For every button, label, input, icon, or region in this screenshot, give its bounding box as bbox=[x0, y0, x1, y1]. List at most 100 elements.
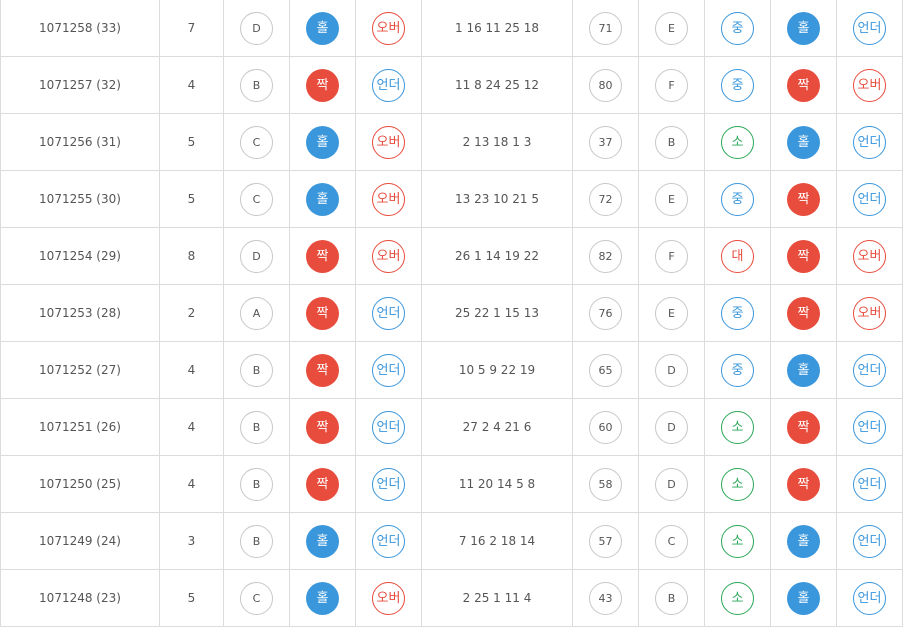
sum-cell: 58 bbox=[572, 455, 639, 513]
sum-grade-cell: F bbox=[638, 227, 705, 285]
sum-cell: 65 bbox=[572, 341, 639, 399]
overunder-cell: 오버 bbox=[355, 170, 422, 228]
table-row: 1071252 (27) 4 B 짝 언더 10 5 9 22 19 65 D … bbox=[0, 341, 903, 399]
oddeven-badge: 홀 bbox=[306, 581, 339, 615]
powerball-number: 5 bbox=[187, 591, 196, 605]
size-cell: 소 bbox=[704, 455, 771, 513]
sum-grade-badge: B bbox=[655, 125, 688, 159]
oddeven-cell: 짝 bbox=[289, 455, 356, 513]
drawn-numbers: 11 20 14 5 8 bbox=[458, 477, 536, 491]
number-cell: 5 bbox=[159, 113, 224, 171]
round-cell: 1071258 (33) bbox=[0, 0, 160, 57]
round-cell: 1071254 (29) bbox=[0, 227, 160, 285]
sum-oddeven-badge: 짝 bbox=[787, 182, 820, 216]
results-table: 1071258 (33) 7 D 홀 오버 1 16 11 25 18 71 E… bbox=[0, 0, 903, 627]
grade-cell: D bbox=[223, 227, 290, 285]
drawn-numbers: 7 16 2 18 14 bbox=[458, 534, 536, 548]
overunder-cell: 언더 bbox=[355, 341, 422, 399]
oddeven-badge: 짝 bbox=[306, 239, 339, 273]
numbers-cell: 27 2 4 21 6 bbox=[421, 398, 573, 456]
number-cell: 4 bbox=[159, 341, 224, 399]
sum-oddeven-cell: 홀 bbox=[770, 113, 837, 171]
sum-overunder-cell: 언더 bbox=[836, 512, 903, 570]
oddeven-cell: 짝 bbox=[289, 56, 356, 114]
numbers-cell: 25 22 1 15 13 bbox=[421, 284, 573, 342]
overunder-badge: 언더 bbox=[372, 353, 405, 387]
sum-oddeven-cell: 짝 bbox=[770, 398, 837, 456]
size-badge: 소 bbox=[721, 467, 754, 501]
numbers-cell: 11 20 14 5 8 bbox=[421, 455, 573, 513]
size-cell: 소 bbox=[704, 398, 771, 456]
round-cell: 1071256 (31) bbox=[0, 113, 160, 171]
grade-badge: D bbox=[240, 239, 273, 273]
sum-grade-cell: C bbox=[638, 512, 705, 570]
sum-overunder-badge: 오버 bbox=[853, 68, 886, 102]
size-badge: 소 bbox=[721, 524, 754, 558]
size-cell: 대 bbox=[704, 227, 771, 285]
overunder-badge: 오버 bbox=[372, 182, 405, 216]
sum-cell: 43 bbox=[572, 569, 639, 627]
round-id: 1071253 (28) bbox=[39, 306, 121, 320]
sum-oddeven-cell: 짝 bbox=[770, 170, 837, 228]
grade-badge: B bbox=[240, 410, 273, 444]
sum-grade-cell: B bbox=[638, 569, 705, 627]
powerball-number: 4 bbox=[187, 420, 196, 434]
size-badge: 중 bbox=[721, 296, 754, 330]
sum-overunder-badge: 언더 bbox=[853, 353, 886, 387]
overunder-badge: 오버 bbox=[372, 125, 405, 159]
round-cell: 1071253 (28) bbox=[0, 284, 160, 342]
overunder-cell: 언더 bbox=[355, 284, 422, 342]
sum-grade-cell: E bbox=[638, 0, 705, 57]
size-badge: 대 bbox=[721, 239, 754, 273]
sum-grade-badge: D bbox=[655, 353, 688, 387]
grade-cell: C bbox=[223, 113, 290, 171]
drawn-numbers: 27 2 4 21 6 bbox=[462, 420, 532, 434]
drawn-numbers: 26 1 14 19 22 bbox=[455, 249, 539, 263]
overunder-cell: 오버 bbox=[355, 113, 422, 171]
sum-overunder-cell: 오버 bbox=[836, 284, 903, 342]
size-cell: 소 bbox=[704, 113, 771, 171]
oddeven-cell: 홀 bbox=[289, 113, 356, 171]
grade-cell: B bbox=[223, 398, 290, 456]
sum-cell: 72 bbox=[572, 170, 639, 228]
grade-badge: B bbox=[240, 524, 273, 558]
sum-badge: 72 bbox=[589, 182, 622, 216]
table-row: 1071250 (25) 4 B 짝 언더 11 20 14 5 8 58 D … bbox=[0, 455, 903, 513]
round-id: 1071251 (26) bbox=[39, 420, 121, 434]
sum-badge: 58 bbox=[589, 467, 622, 501]
oddeven-badge: 짝 bbox=[306, 296, 339, 330]
oddeven-cell: 짝 bbox=[289, 341, 356, 399]
sum-grade-cell: D bbox=[638, 455, 705, 513]
sum-grade-badge: E bbox=[655, 296, 688, 330]
sum-oddeven-badge: 홀 bbox=[787, 11, 820, 45]
sum-grade-badge: D bbox=[655, 410, 688, 444]
oddeven-badge: 홀 bbox=[306, 125, 339, 159]
sum-badge: 80 bbox=[589, 68, 622, 102]
overunder-badge: 언더 bbox=[372, 524, 405, 558]
oddeven-cell: 홀 bbox=[289, 512, 356, 570]
overunder-cell: 언더 bbox=[355, 56, 422, 114]
sum-oddeven-cell: 짝 bbox=[770, 284, 837, 342]
drawn-numbers: 10 5 9 22 19 bbox=[458, 363, 536, 377]
overunder-cell: 언더 bbox=[355, 512, 422, 570]
results-table-body: 1071258 (33) 7 D 홀 오버 1 16 11 25 18 71 E… bbox=[0, 0, 903, 627]
oddeven-cell: 짝 bbox=[289, 227, 356, 285]
sum-badge: 37 bbox=[589, 125, 622, 159]
round-id: 1071258 (33) bbox=[39, 21, 121, 35]
table-row: 1071254 (29) 8 D 짝 오버 26 1 14 19 22 82 F… bbox=[0, 227, 903, 285]
round-id: 1071254 (29) bbox=[39, 249, 121, 263]
sum-overunder-badge: 언더 bbox=[853, 125, 886, 159]
sum-badge: 60 bbox=[589, 410, 622, 444]
table-row: 1071257 (32) 4 B 짝 언더 11 8 24 25 12 80 F… bbox=[0, 56, 903, 114]
sum-grade-cell: D bbox=[638, 341, 705, 399]
sum-overunder-badge: 언더 bbox=[853, 11, 886, 45]
sum-oddeven-badge: 짝 bbox=[787, 410, 820, 444]
size-cell: 중 bbox=[704, 56, 771, 114]
round-id: 1071255 (30) bbox=[39, 192, 121, 206]
grade-cell: B bbox=[223, 56, 290, 114]
overunder-badge: 오버 bbox=[372, 11, 405, 45]
grade-cell: B bbox=[223, 455, 290, 513]
number-cell: 4 bbox=[159, 398, 224, 456]
oddeven-cell: 홀 bbox=[289, 170, 356, 228]
overunder-badge: 언더 bbox=[372, 467, 405, 501]
